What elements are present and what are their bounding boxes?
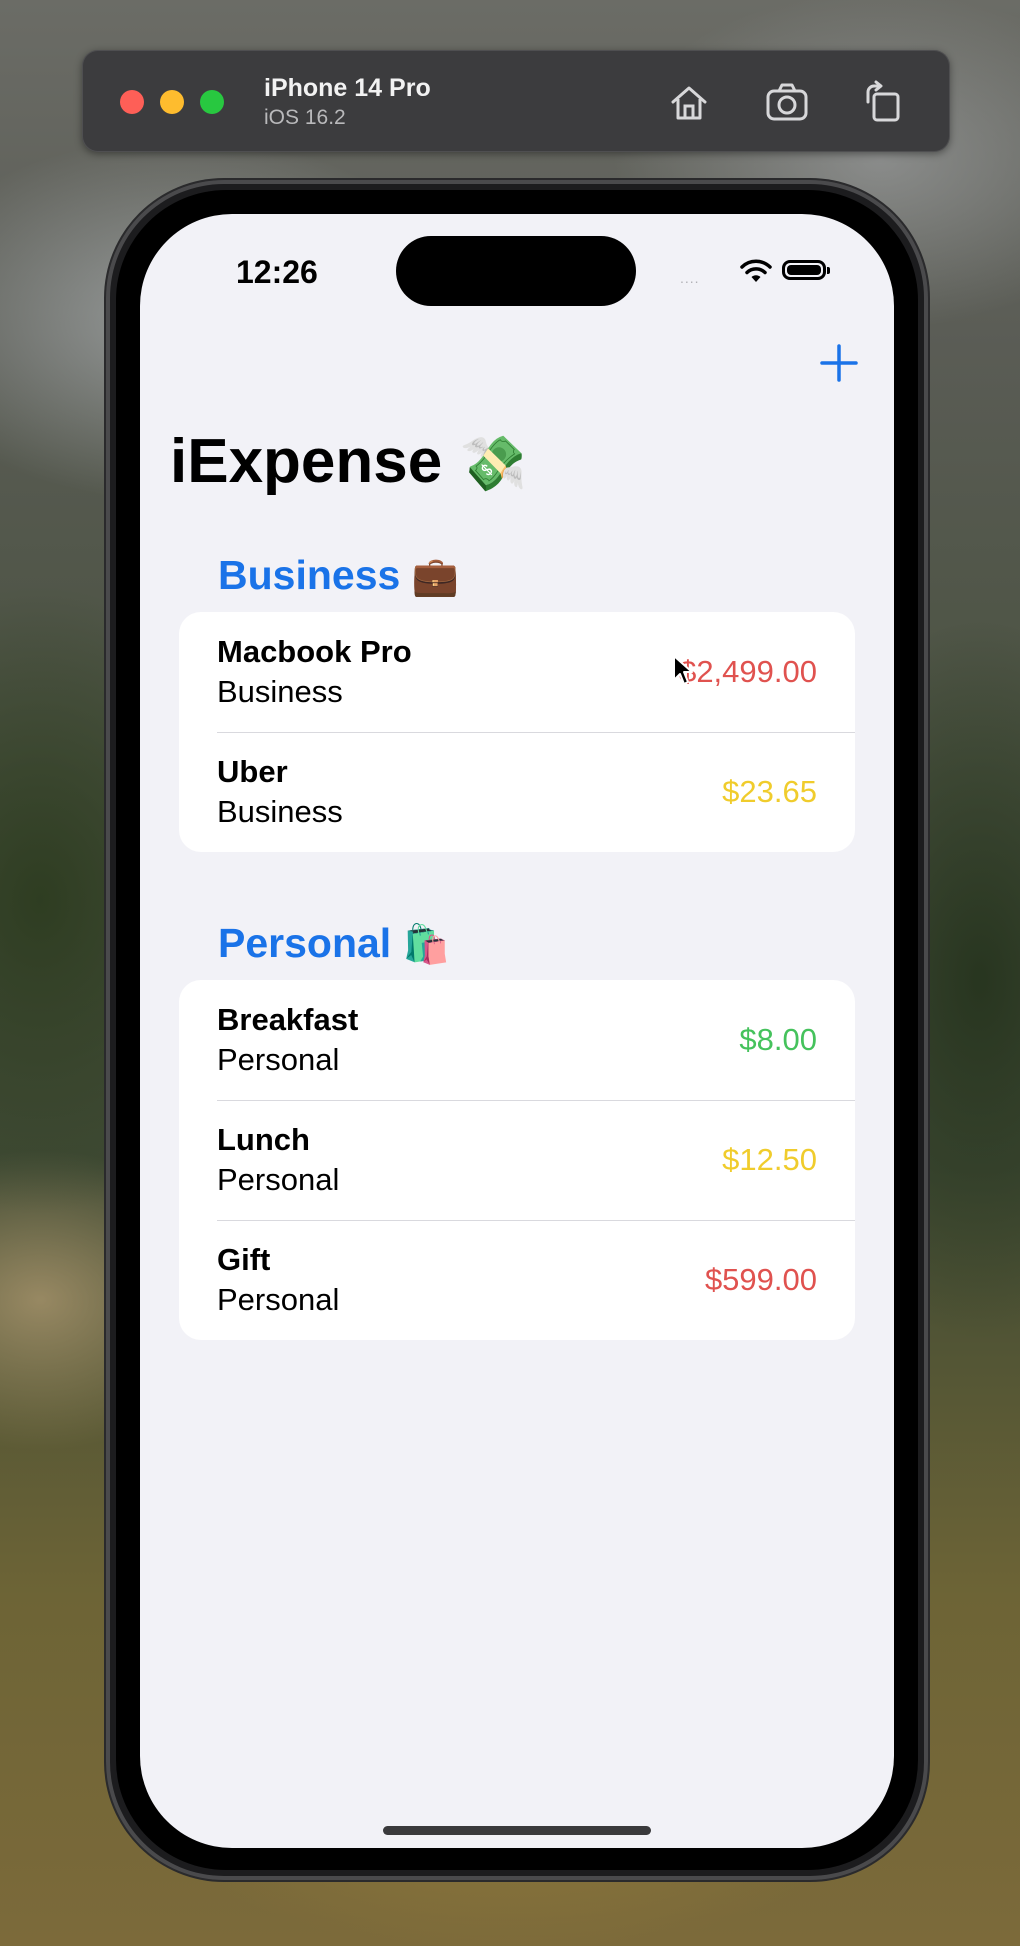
expense-type: Business xyxy=(217,674,343,709)
phone-screen: 12:26 .... iExpense 💸 Business 💼 Macbook… xyxy=(140,214,894,1848)
expense-row[interactable]: Uber Business $23.65 xyxy=(179,732,855,852)
plus-icon xyxy=(820,344,858,382)
expense-amount: $8.00 xyxy=(739,1022,817,1057)
zoom-window-button[interactable] xyxy=(200,90,224,114)
add-expense-button[interactable] xyxy=(816,340,862,386)
mouse-cursor-icon xyxy=(673,655,693,685)
section-title: Personal xyxy=(218,920,392,966)
rotate-icon xyxy=(866,80,900,122)
screenshot-button[interactable] xyxy=(764,80,810,124)
expense-type: Personal xyxy=(217,1282,340,1317)
page-title-text: iExpense xyxy=(170,427,443,496)
expense-type: Personal xyxy=(217,1042,340,1077)
battery-full-icon xyxy=(782,260,830,280)
expense-row[interactable]: Breakfast Personal $8.00 xyxy=(179,980,855,1100)
dynamic-island xyxy=(396,236,636,306)
briefcase-emoji: 💼 xyxy=(411,556,460,598)
expense-name: Uber xyxy=(217,754,288,789)
expense-name: Lunch xyxy=(217,1122,310,1157)
expense-row[interactable]: Lunch Personal $12.50 xyxy=(179,1100,855,1220)
expense-name: Macbook Pro xyxy=(217,634,412,669)
expense-name: Gift xyxy=(217,1242,271,1277)
home-icon xyxy=(671,86,707,120)
section-header-personal: Personal 🛍️ xyxy=(218,920,450,967)
expense-row[interactable]: Gift Personal $599.00 xyxy=(179,1220,855,1340)
money-with-wings-emoji: 💸 xyxy=(459,434,527,494)
simulator-title-bar: iPhone 14 Pro iOS 16.2 xyxy=(82,50,950,152)
expense-type: Business xyxy=(217,794,343,829)
page-title: iExpense 💸 xyxy=(170,426,527,497)
section-title: Business xyxy=(218,552,401,598)
expense-amount: $12.50 xyxy=(722,1142,817,1177)
wifi-icon xyxy=(740,259,772,282)
business-expense-list: Macbook Pro Business $2,499.00 Uber Busi… xyxy=(179,612,855,852)
simulator-os-version: iOS 16.2 xyxy=(264,106,346,129)
expense-amount: $2,499.00 xyxy=(679,654,817,689)
expense-amount: $599.00 xyxy=(704,1262,817,1297)
personal-expense-list: Breakfast Personal $8.00 Lunch Personal … xyxy=(179,980,855,1340)
expense-amount: $23.65 xyxy=(722,774,817,809)
expense-row[interactable]: Macbook Pro Business $2,499.00 xyxy=(179,612,855,732)
home-indicator[interactable] xyxy=(383,1826,651,1835)
home-button[interactable] xyxy=(666,80,712,124)
shopping-bags-emoji: 🛍️ xyxy=(402,924,450,966)
close-window-button[interactable] xyxy=(120,90,144,114)
rotate-button[interactable] xyxy=(860,80,906,124)
minimize-window-button[interactable] xyxy=(160,90,184,114)
expense-name: Breakfast xyxy=(217,1002,359,1037)
expense-type: Personal xyxy=(217,1162,340,1197)
status-indicators: .... xyxy=(680,258,860,288)
status-time: 12:26 xyxy=(236,254,318,290)
simulator-device-name: iPhone 14 Pro xyxy=(264,74,431,102)
camera-icon xyxy=(766,83,808,121)
section-header-business: Business 💼 xyxy=(218,552,459,599)
cellular-signal-icon: .... xyxy=(680,270,700,286)
